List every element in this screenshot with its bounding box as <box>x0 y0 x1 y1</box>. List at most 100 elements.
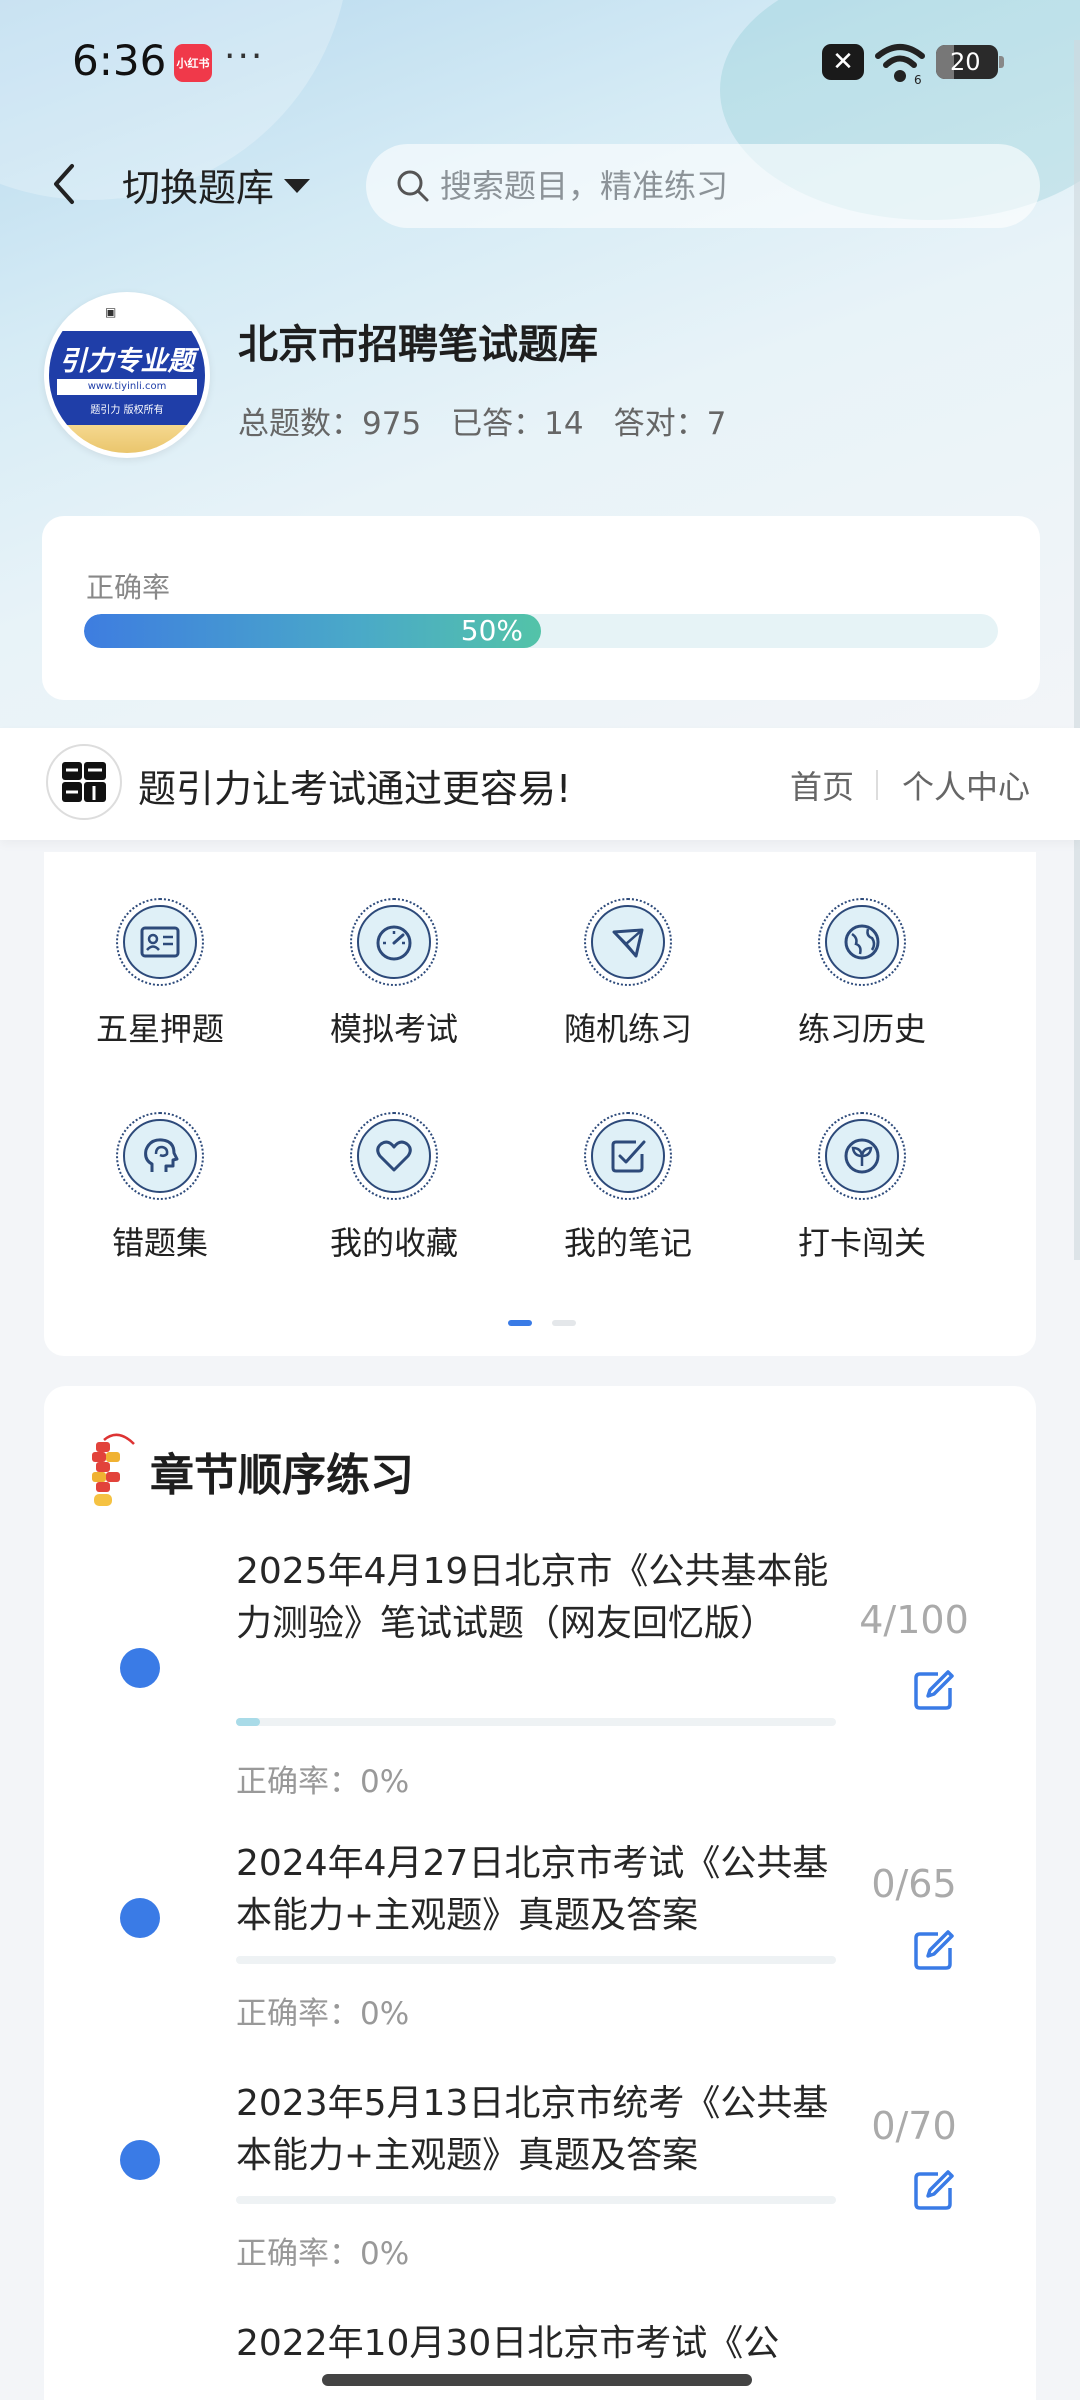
speedometer-icon <box>376 925 412 961</box>
tiyinli-mark-icon <box>62 762 106 802</box>
battery-icon: 20 <box>936 45 1004 79</box>
chapter-accuracy: 正确率：0% <box>236 2236 410 2272</box>
search-icon <box>397 170 429 202</box>
sprout-icon <box>844 1138 880 1174</box>
chapter-dot <box>120 2140 160 2180</box>
svg-text:6: 6 <box>914 73 922 86</box>
page-indicator <box>552 1320 576 1326</box>
accuracy-label: 正确率 <box>86 571 171 604</box>
chapter-progress-fill <box>236 1718 260 1726</box>
bank-logo: ▣ 引力专业题 www.tiyinli.com 题引力 版权所有 <box>44 292 210 458</box>
brain-head-icon <box>144 1138 179 1172</box>
chapter-accuracy: 正确率：0% <box>236 1764 410 1800</box>
grid-item-random-practice[interactable]: 随机练习 <box>528 898 728 1050</box>
chapter-count: 0/65 <box>871 1862 957 1906</box>
chapter-dot <box>120 1898 160 1938</box>
chapter-name: 2022年10月30日北京市考试《公 <box>236 2323 780 2364</box>
logo-text: 引力专业题 <box>59 346 195 377</box>
chapter-section-header: 章节顺序练习 <box>88 1428 414 1514</box>
grid-item-check-in[interactable]: 打卡闯关 <box>762 1112 962 1264</box>
switch-bank-label: 切换题库 <box>122 165 275 210</box>
logo-url: www.tiyinli.com <box>57 379 197 395</box>
chapter-name: 2024年4月27日北京市考试《公共基本能力+主观题》真题及答案 <box>236 1843 829 1936</box>
logo-gold-stripe <box>49 425 205 453</box>
accuracy-progress-bar: 50% <box>84 614 998 648</box>
grid-label: 错题集 <box>111 1224 208 1262</box>
grid-label: 练习历史 <box>797 1010 926 1048</box>
home-indicator <box>322 2374 752 2386</box>
chapter-count: 0/70 <box>871 2104 957 2148</box>
grid-label: 五星押题 <box>95 1010 224 1048</box>
search-bar[interactable] <box>366 144 1040 228</box>
checklist-icon <box>611 1140 646 1173</box>
nav-profile-link[interactable]: 个人中心 <box>902 762 1030 808</box>
caret-down-icon <box>284 179 311 193</box>
bank-stats: 总题数：975 已答：14 答对：7 <box>238 398 726 443</box>
chapter-progress-bar <box>236 1718 836 1726</box>
back-button[interactable] <box>40 160 88 208</box>
bank-title: 北京市招聘笔试题库 <box>238 322 598 368</box>
slogan-text: 题引力让考试通过更容易! <box>138 767 572 811</box>
grid-icon-ring <box>116 898 204 986</box>
globe-icon <box>844 924 880 960</box>
heart-icon <box>376 1140 412 1172</box>
nav-home-link[interactable]: 首页 <box>790 762 854 808</box>
grid-label: 打卡闯关 <box>797 1224 926 1262</box>
more-notifications-icon: ··· <box>224 36 265 77</box>
grid-icon-ring <box>584 898 672 986</box>
grid-icon-ring <box>116 1112 204 1200</box>
grid-item-mock-exam[interactable]: 模拟考试 <box>294 898 494 1050</box>
search-input[interactable] <box>440 167 1000 205</box>
chapter-name: 2023年5月13日北京市统考《公共基本能力+主观题》真题及答案 <box>236 2083 829 2176</box>
correct-count: 答对：7 <box>613 406 727 442</box>
grid-item-favorites[interactable]: 我的收藏 <box>294 1112 494 1264</box>
edit-icon[interactable] <box>912 2168 956 2212</box>
scroll-edge <box>1074 40 1080 1260</box>
grid-item-five-star[interactable]: 五星押题 <box>60 898 260 1050</box>
wifi-icon: 6 <box>875 44 925 86</box>
nav-divider <box>876 770 878 800</box>
grid-icon-ring <box>818 1112 906 1200</box>
chapter-name: 2025年4月19日北京市《公共基本能力测验》笔试试题（网友回忆版） <box>236 1551 829 1644</box>
grid-label: 我的笔记 <box>563 1224 692 1262</box>
chapter-count: 4/100 <box>859 1598 969 1642</box>
chapter-progress-bar <box>236 1956 836 1964</box>
grid-icon-ring <box>584 1112 672 1200</box>
total-count: 总题数：975 <box>238 406 422 442</box>
accuracy-card: 正确率 50% <box>42 516 1040 700</box>
feature-grid: 五星押题 模拟考试 随机练习 练习历史 错题集 我的收藏 我的笔记 打卡闯关 <box>44 852 1036 1356</box>
chapter-progress-bar <box>236 2196 836 2204</box>
battery-level: 20 <box>950 48 981 76</box>
grid-icon-ring <box>350 898 438 986</box>
grid-label: 模拟考试 <box>329 1010 458 1048</box>
chevron-left-icon <box>54 164 74 204</box>
chapter-practice-card: 章节顺序练习 2025年4月19日北京市《公共基本能力测验》笔试试题（网友回忆版… <box>44 1386 1036 2400</box>
chapter-section-title: 章节顺序练习 <box>150 1450 414 1501</box>
firecracker-icon <box>92 1433 135 1506</box>
status-bar: 6:36 小红书 ··· ✕ 6 20 <box>0 0 1080 125</box>
id-card-icon <box>140 926 180 958</box>
logo-mark: ▣ <box>105 305 117 319</box>
xiaohongshu-app-icon: 小红书 <box>174 44 212 82</box>
network-icon <box>612 928 644 958</box>
answered-count: 已答：14 <box>451 406 584 442</box>
grid-label: 随机练习 <box>563 1010 692 1048</box>
grid-item-notes[interactable]: 我的笔记 <box>528 1112 728 1264</box>
grid-label: 我的收藏 <box>329 1224 458 1262</box>
accuracy-percent: 50% <box>460 614 523 647</box>
grid-item-wrong-set[interactable]: 错题集 <box>60 1112 260 1264</box>
logo-copyright: 题引力 版权所有 <box>90 405 164 416</box>
slogan-bar: 题引力让考试通过更容易! 首页 个人中心 <box>0 728 1080 840</box>
tiyinli-logo-icon <box>46 744 122 820</box>
grid-icon-ring <box>818 898 906 986</box>
edit-icon[interactable] <box>912 1928 956 1972</box>
no-sim-icon: ✕ <box>822 44 864 80</box>
edit-icon[interactable] <box>912 1668 956 1712</box>
switch-bank-dropdown[interactable]: 切换题库 <box>122 158 311 210</box>
grid-item-history[interactable]: 练习历史 <box>762 898 962 1050</box>
status-time: 6:36 <box>72 36 167 85</box>
chapter-dot <box>120 1648 160 1688</box>
chapter-accuracy: 正确率：0% <box>236 1996 410 2032</box>
grid-icon-ring <box>350 1112 438 1200</box>
page-indicator-active <box>508 1320 532 1326</box>
